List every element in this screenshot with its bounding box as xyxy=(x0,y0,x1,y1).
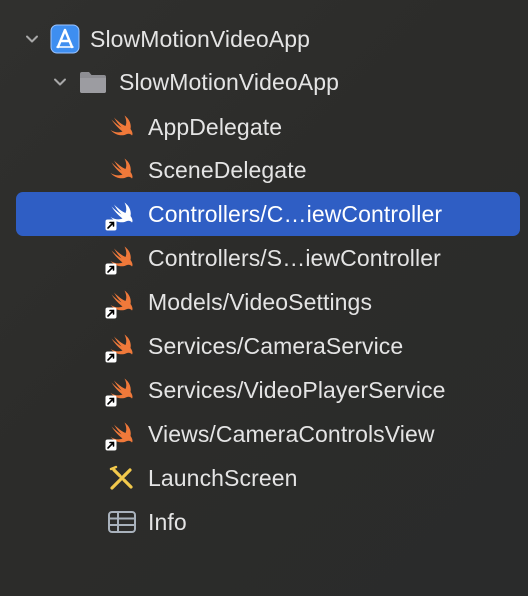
swift-file-icon xyxy=(105,324,139,368)
alias-arrow-icon xyxy=(105,218,117,236)
alias-arrow-icon xyxy=(105,306,117,324)
file-label: Views/CameraControlsView xyxy=(148,421,435,447)
file-row[interactable]: Controllers/S…iewController xyxy=(16,236,520,280)
storyboard-icon xyxy=(105,456,139,500)
chevron-down-icon[interactable] xyxy=(22,17,42,61)
file-label: LaunchScreen xyxy=(148,465,298,491)
file-row-appdelegate[interactable]: AppDelegate xyxy=(16,105,520,149)
alias-arrow-icon xyxy=(105,350,117,368)
xcode-project-icon xyxy=(48,17,82,61)
chevron-down-icon[interactable] xyxy=(50,60,70,104)
plist-icon xyxy=(105,500,139,544)
file-label: Services/VideoPlayerService xyxy=(148,377,446,403)
file-label: Services/CameraService xyxy=(148,333,404,359)
file-row[interactable]: Views/CameraControlsView xyxy=(16,412,520,456)
folder-icon xyxy=(76,60,110,104)
swift-file-icon xyxy=(105,280,139,324)
file-row[interactable]: Models/VideoSettings xyxy=(16,280,520,324)
file-row-scenedelegate[interactable]: SceneDelegate xyxy=(16,148,520,192)
swift-file-icon xyxy=(105,368,139,412)
file-label: Info xyxy=(148,509,187,535)
file-label: Controllers/C…iewController xyxy=(148,201,443,227)
group-name: SlowMotionVideoApp xyxy=(119,69,340,95)
file-row-launchscreen[interactable]: LaunchScreen xyxy=(16,456,520,500)
swift-file-icon xyxy=(105,412,139,456)
swift-file-icon xyxy=(105,192,139,236)
file-label: SceneDelegate xyxy=(148,157,307,183)
alias-arrow-icon xyxy=(105,394,117,412)
project-row[interactable]: SlowMotionVideoApp xyxy=(16,17,520,61)
file-row-selected[interactable]: Controllers/C…iewController xyxy=(16,192,520,236)
file-label: Controllers/S…iewController xyxy=(148,245,441,271)
file-label: AppDelegate xyxy=(148,114,283,140)
file-row[interactable]: Services/CameraService xyxy=(16,324,520,368)
alias-arrow-icon xyxy=(105,262,117,280)
alias-arrow-icon xyxy=(105,438,117,456)
file-label: Models/VideoSettings xyxy=(148,289,373,315)
file-row-info[interactable]: Info xyxy=(16,500,520,544)
swift-file-icon xyxy=(105,148,139,192)
swift-file-icon xyxy=(105,236,139,280)
file-row[interactable]: Services/VideoPlayerService xyxy=(16,368,520,412)
project-navigator: SlowMotionVideoApp SlowMotionVideoApp Ap… xyxy=(0,0,528,596)
group-row[interactable]: SlowMotionVideoApp xyxy=(16,60,520,104)
project-name: SlowMotionVideoApp xyxy=(90,26,311,52)
swift-file-icon xyxy=(105,105,139,149)
